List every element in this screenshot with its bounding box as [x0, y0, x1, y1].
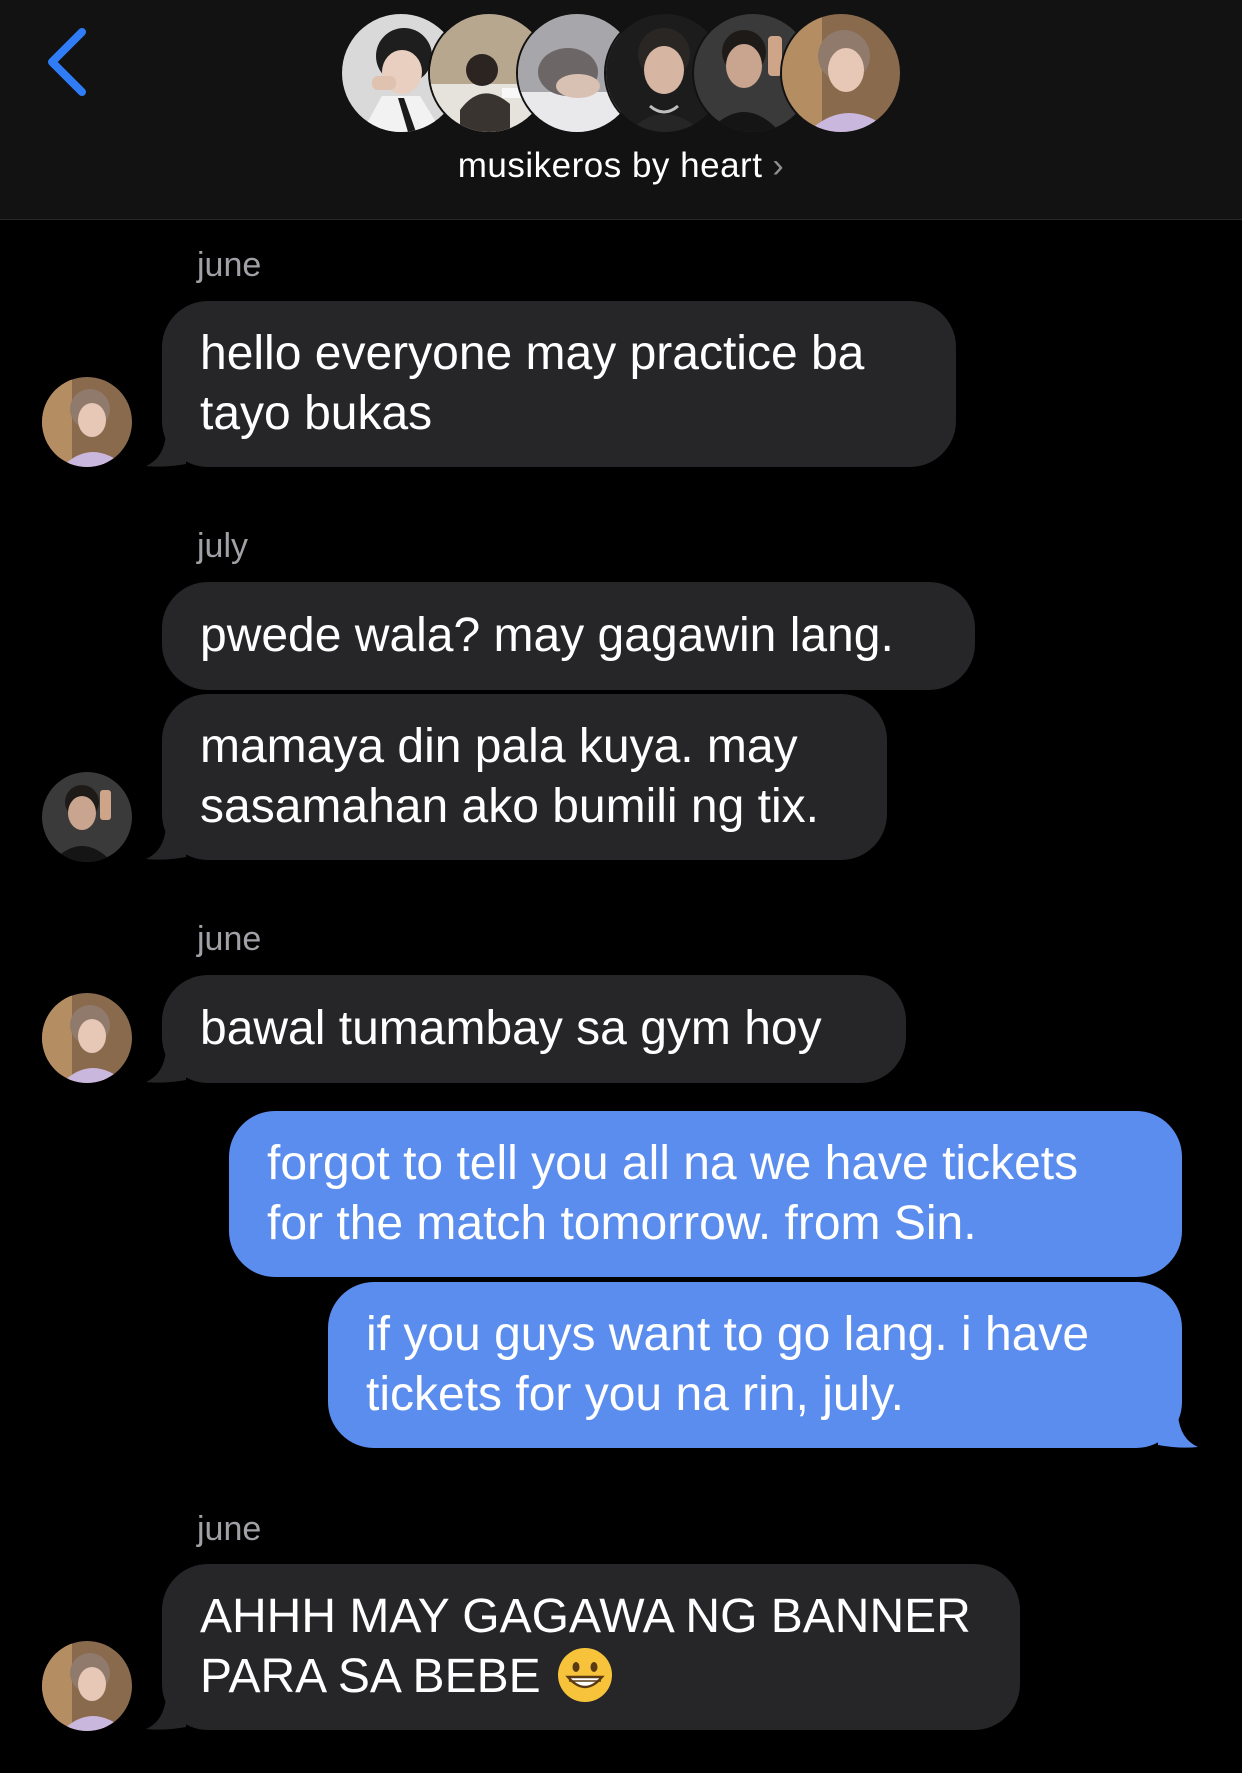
grinning-face-icon [558, 1648, 612, 1702]
group-name-button[interactable]: musikeros by heart › [0, 146, 1242, 186]
chevron-right-icon: › [772, 147, 785, 185]
message-bubble-incoming[interactable]: mamaya din pala kuya. may sasamahan ako … [162, 694, 887, 860]
message-bubble-incoming[interactable]: pwede wala? may gagawin lang. [162, 582, 975, 690]
message-bubble-outgoing[interactable]: forgot to tell you all na we have ticket… [229, 1111, 1182, 1277]
group-name: musikeros by heart [457, 146, 763, 185]
avatar[interactable] [42, 1641, 132, 1731]
june-avatar-image [42, 1641, 132, 1731]
june-avatar-image [42, 377, 132, 467]
message-bubble-incoming[interactable]: hello everyone may practice ba tayo buka… [162, 301, 956, 467]
sender-name: june [197, 920, 262, 958]
member-avatar [780, 12, 902, 134]
chat-header: musikeros by heart › [0, 0, 1242, 220]
avatar[interactable] [42, 377, 132, 467]
group-avatars[interactable] [340, 12, 910, 134]
sender-name: june [197, 1510, 262, 1548]
sender-name: july [197, 527, 249, 565]
avatar[interactable] [42, 993, 132, 1083]
bubble-tail [1158, 1415, 1198, 1448]
avatar[interactable] [42, 772, 132, 862]
message-bubble-incoming[interactable]: bawal tumambay sa gym hoy [162, 975, 906, 1083]
july-avatar-image [42, 772, 132, 862]
back-button[interactable] [40, 22, 100, 102]
bubble-tail [146, 1697, 186, 1730]
bubble-tail [146, 827, 186, 860]
bubble-tail [146, 434, 186, 467]
chevron-left-icon [48, 28, 86, 96]
june-avatar-image [42, 993, 132, 1083]
message-bubble-outgoing[interactable]: if you guys want to go lang. i have tick… [328, 1282, 1182, 1448]
bubble-tail [146, 1050, 186, 1083]
sender-name: june [197, 246, 262, 284]
